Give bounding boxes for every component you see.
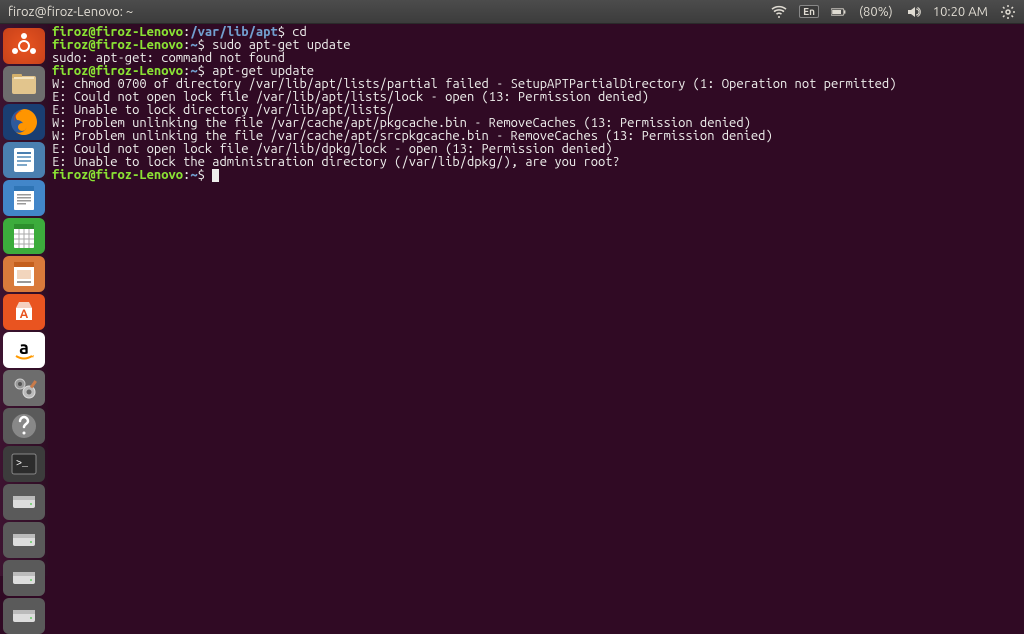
top-menubar: firoz@firoz-Lenovo: ~ En (80%) 10:20 AM: [0, 0, 1024, 24]
drive4-icon[interactable]: [3, 598, 45, 634]
volume-icon[interactable]: [905, 4, 921, 20]
svg-text:>_: >_: [16, 459, 29, 470]
wifi-icon[interactable]: [771, 4, 787, 20]
writer-icon[interactable]: [3, 180, 45, 216]
terminal-icon[interactable]: >_: [3, 446, 45, 482]
indicator-area: En (80%) 10:20 AM: [771, 4, 1016, 20]
cursor: [212, 169, 219, 182]
svg-text:A: A: [20, 308, 29, 321]
gear-icon[interactable]: [1000, 4, 1016, 20]
terminal-window[interactable]: firoz@firoz-Lenovo:/var/lib/apt$ cdfiroz…: [48, 24, 1024, 576]
terminal-line: firoz@firoz-Lenovo:~$: [52, 169, 1020, 182]
battery-percent: (80%): [859, 5, 893, 19]
clock[interactable]: 10:20 AM: [933, 5, 988, 19]
drive3-icon[interactable]: [3, 560, 45, 596]
files-icon[interactable]: [3, 66, 45, 102]
amazon-icon[interactable]: a: [3, 332, 45, 368]
unity-launcher: A a >_: [0, 24, 48, 576]
language-indicator[interactable]: En: [799, 5, 819, 18]
window-title: firoz@firoz-Lenovo: ~: [8, 5, 133, 19]
settings-icon[interactable]: [3, 370, 45, 406]
anjuta-icon[interactable]: [3, 408, 45, 444]
svg-text:a: a: [19, 338, 29, 358]
firefox-icon[interactable]: [3, 104, 45, 140]
dash-icon[interactable]: [3, 28, 45, 64]
impress-icon[interactable]: [3, 256, 45, 292]
drive2-icon[interactable]: [3, 522, 45, 558]
drive1-icon[interactable]: [3, 484, 45, 520]
calc-icon[interactable]: [3, 218, 45, 254]
software-icon[interactable]: A: [3, 294, 45, 330]
document-icon[interactable]: [3, 142, 45, 178]
battery-icon[interactable]: [831, 4, 847, 20]
